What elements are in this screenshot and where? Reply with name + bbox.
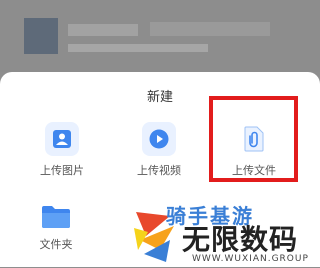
watermark: 骑手基游 无限数码 WWW.WUXIAN.GROUP <box>130 196 320 268</box>
new-folder-button[interactable]: 文件夹 <box>11 204 101 252</box>
watermark-sub-text: WWW.WUXIAN.GROUP <box>192 254 309 264</box>
upload-image-button[interactable]: 上传图片 <box>17 122 107 178</box>
blurred-avatar <box>24 18 58 54</box>
upload-image-label: 上传图片 <box>40 164 84 177</box>
folder-icon <box>40 204 72 230</box>
blurred-text <box>68 24 138 36</box>
blurred-background <box>0 0 320 72</box>
image-upload-icon <box>45 122 79 156</box>
upload-video-label: 上传视频 <box>137 164 181 177</box>
upload-video-button[interactable]: 上传视频 <box>114 122 204 178</box>
watermark-main-text: 无限数码 <box>182 223 299 256</box>
new-item-sheet: 新建 上传图片 上传视频 上传文件 文件夹 骑手基游 无限数码 WWW.WUXI… <box>0 72 320 267</box>
blurred-text <box>68 44 208 52</box>
new-folder-label: 文件夹 <box>39 238 73 251</box>
blurred-text <box>150 22 270 36</box>
highlight-frame <box>209 96 298 182</box>
video-upload-icon <box>142 122 176 156</box>
